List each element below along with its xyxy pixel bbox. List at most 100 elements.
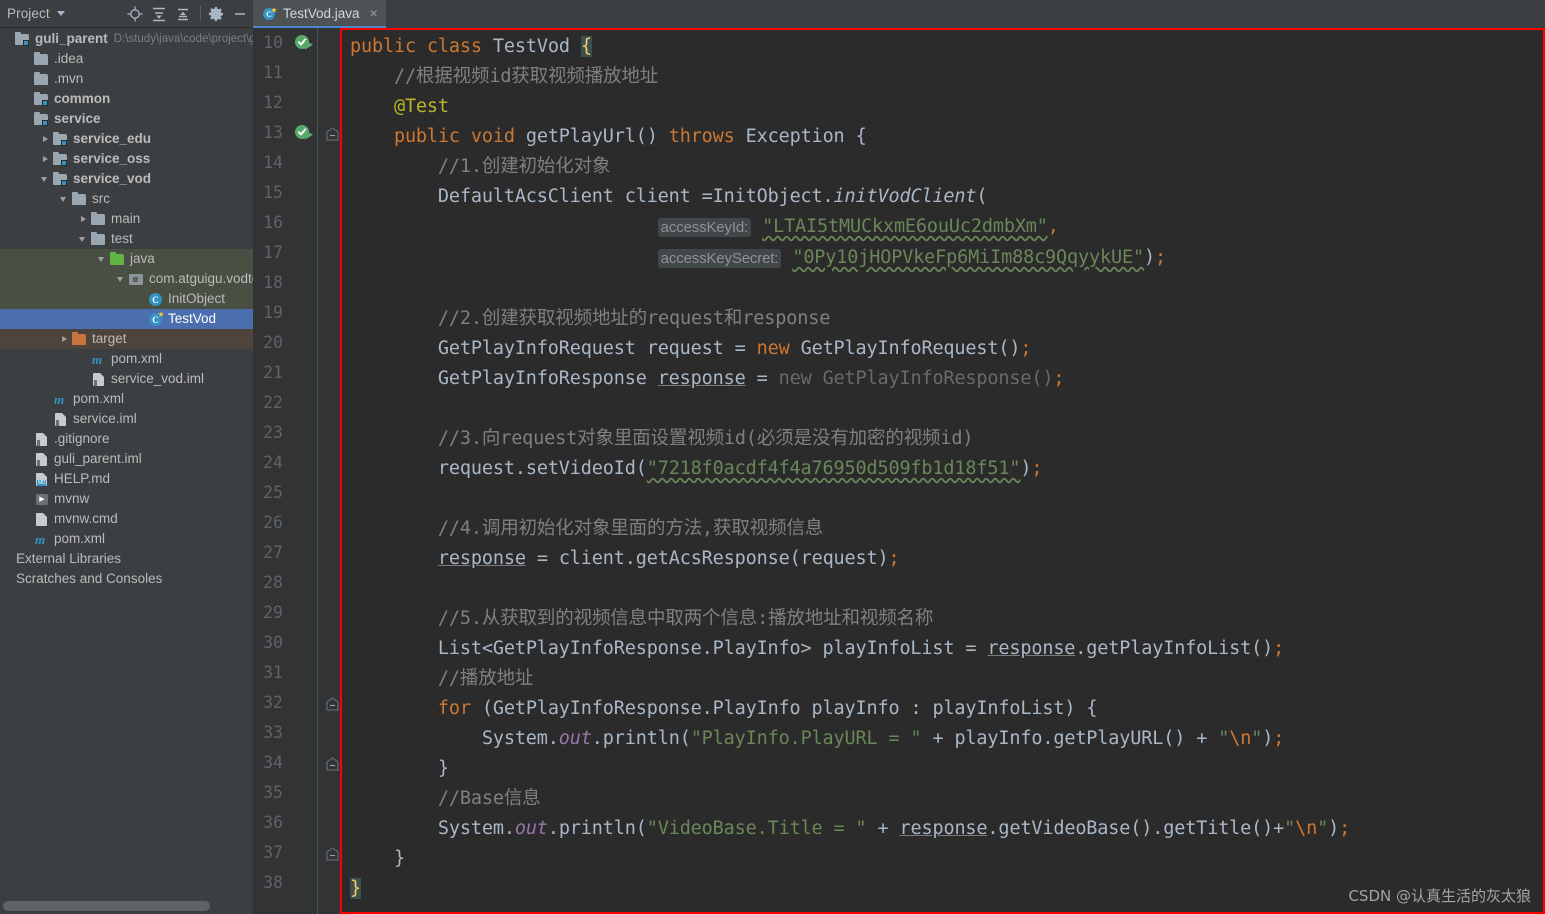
close-icon[interactable]: × (366, 6, 378, 20)
tree-row--gitignore[interactable]: .gitignore (0, 429, 253, 449)
chevron-right-icon[interactable] (40, 134, 51, 145)
tree-row-src[interactable]: src (0, 189, 253, 209)
gutter-line[interactable]: 14 (253, 148, 340, 178)
gutter-line[interactable]: 36 (253, 808, 340, 838)
chevron-down-icon[interactable] (56, 11, 65, 16)
gutter-line[interactable]: 11 (253, 58, 340, 88)
chevron-down-icon[interactable] (59, 194, 70, 205)
tree-row-service-edu[interactable]: service_edu (0, 129, 253, 149)
gutter-line[interactable]: 30 (253, 628, 340, 658)
gutter-line[interactable]: 25 (253, 478, 340, 508)
gutter-line[interactable]: 10 (253, 28, 340, 58)
tree-row-pom-xml[interactable]: m pom.xml (0, 529, 253, 549)
tree-arrow-placeholder (21, 514, 32, 525)
code-fold-marker-icon[interactable] (326, 846, 339, 861)
settings-gear-icon[interactable] (205, 3, 227, 25)
gutter-line[interactable]: 21 (253, 358, 340, 388)
run-test-icon[interactable] (294, 34, 314, 52)
gutter-line[interactable]: 20 (253, 328, 340, 358)
editor-gutter[interactable]: 10 11 12 13 14 15 16 17 18 19 20 21 22 23 24 25 26 27 28 29… (253, 28, 340, 914)
gutter-line[interactable]: 33 (253, 718, 340, 748)
tree-row--mvn[interactable]: .mvn (0, 69, 253, 89)
tree-row-help-md[interactable]: MD HELP.md (0, 469, 253, 489)
gutter-line[interactable]: 13 (253, 118, 340, 148)
project-tool-window-title[interactable]: Project (0, 6, 50, 21)
tree-item-label: mvnw.cmd (54, 511, 118, 526)
tree-row-external-libraries[interactable]: External Libraries (0, 549, 253, 569)
gutter-line[interactable]: 37 (253, 838, 340, 868)
gutter-line[interactable]: 31 (253, 658, 340, 688)
tree-arrow-placeholder (78, 354, 89, 365)
expand-all-icon[interactable] (148, 3, 170, 25)
gutter-line[interactable]: 29 (253, 598, 340, 628)
tree-row-pom-xml[interactable]: m pom.xml (0, 349, 253, 369)
tree-row-scratches-and-consoles[interactable]: Scratches and Consoles (0, 569, 253, 589)
tree-item-label: main (111, 211, 141, 226)
tree-row-service-vod[interactable]: service_vod (0, 169, 253, 189)
gutter-line[interactable]: 18 (253, 268, 340, 298)
tree-row-testvod[interactable]: C TestVod (0, 309, 253, 329)
chevron-right-icon[interactable] (40, 154, 51, 165)
code-editor[interactable]: 10 11 12 13 14 15 16 17 18 19 20 21 22 23 24 25 26 27 28 29… (253, 28, 1545, 914)
chevron-down-icon[interactable] (97, 254, 108, 265)
tree-row-service[interactable]: service (0, 109, 253, 129)
tree-row-initobject[interactable]: C InitObject (0, 289, 253, 309)
tree-row-mvnw[interactable]: ▶ mvnw (0, 489, 253, 509)
code-fold-marker-icon[interactable] (326, 756, 339, 771)
code-fold-marker-icon[interactable] (326, 696, 339, 711)
project-tree[interactable]: guli_parent D:\study\java\code\project\gu… (0, 28, 253, 894)
chevron-down-icon[interactable] (40, 174, 51, 185)
tree-row-guli-parent[interactable]: guli_parent D:\study\java\code\project\gu (0, 29, 253, 49)
toolbar-divider (200, 6, 201, 21)
tree-row-service-vod-iml[interactable]: service_vod.iml (0, 369, 253, 389)
gutter-line[interactable]: 19 (253, 298, 340, 328)
tree-row-guli-parent-iml[interactable]: guli_parent.iml (0, 449, 253, 469)
code-viewport[interactable]: public class TestVod { //根据视频id获取视频播放地址 … (340, 28, 1545, 914)
gutter-line[interactable]: 15 (253, 178, 340, 208)
gutter-line[interactable]: 26 (253, 508, 340, 538)
chevron-right-icon[interactable] (78, 214, 89, 225)
gutter-line[interactable]: 32 (253, 688, 340, 718)
collapse-all-icon[interactable] (172, 3, 194, 25)
tree-row-common[interactable]: common (0, 89, 253, 109)
tree-row--idea[interactable]: .idea (0, 49, 253, 69)
tree-row-main[interactable]: main (0, 209, 253, 229)
chevron-down-icon[interactable] (116, 274, 127, 285)
locate-target-icon[interactable] (124, 3, 146, 25)
tree-row-pom-xml[interactable]: m pom.xml (0, 389, 253, 409)
gutter-line[interactable]: 35 (253, 778, 340, 808)
tree-item-label: service_vod (73, 171, 152, 186)
tree-row-service-iml[interactable]: service.iml (0, 409, 253, 429)
tree-row-test[interactable]: test (0, 229, 253, 249)
code-fold-marker-icon[interactable] (326, 126, 339, 141)
gutter-line[interactable]: 28 (253, 568, 340, 598)
tree-row-service-oss[interactable]: service_oss (0, 149, 253, 169)
gutter-line[interactable]: 24 (253, 448, 340, 478)
gutter-line[interactable]: 12 (253, 88, 340, 118)
gutter-line[interactable]: 22 (253, 388, 340, 418)
gutter-line[interactable]: 38 (253, 868, 340, 898)
editor-tab-testvod[interactable]: C TestVod.java × (253, 0, 386, 28)
tree-row-com-atguigu-vodtest[interactable]: com.atguigu.vodtest (0, 269, 253, 289)
chevron-right-icon[interactable] (59, 334, 70, 345)
gutter-line[interactable]: 17 (253, 238, 340, 268)
gutter-line[interactable]: 27 (253, 538, 340, 568)
tree-row-mvnw-cmd[interactable]: mvnw.cmd (0, 509, 253, 529)
tree-row-target[interactable]: target (0, 329, 253, 349)
hide-panel-icon[interactable] (229, 3, 251, 25)
tree-row-java[interactable]: java (0, 249, 253, 269)
tree-arrow-placeholder (2, 574, 13, 585)
source-code[interactable]: public class TestVod { //根据视频id获取视频播放地址 … (342, 30, 1543, 904)
iml-file-icon (52, 411, 69, 427)
tree-item-label: .mvn (54, 71, 84, 86)
gutter-line[interactable]: 16 (253, 208, 340, 238)
line-number: 21 (263, 363, 283, 382)
chevron-down-icon[interactable] (78, 234, 89, 245)
line-number: 17 (263, 243, 283, 262)
run-test-icon[interactable] (294, 124, 314, 142)
gutter-line[interactable]: 23 (253, 418, 340, 448)
line-number: 29 (263, 603, 283, 622)
scrollbar-thumb[interactable] (3, 901, 210, 911)
gutter-line[interactable]: 34 (253, 748, 340, 778)
project-tree-hscrollbar[interactable] (0, 895, 253, 914)
